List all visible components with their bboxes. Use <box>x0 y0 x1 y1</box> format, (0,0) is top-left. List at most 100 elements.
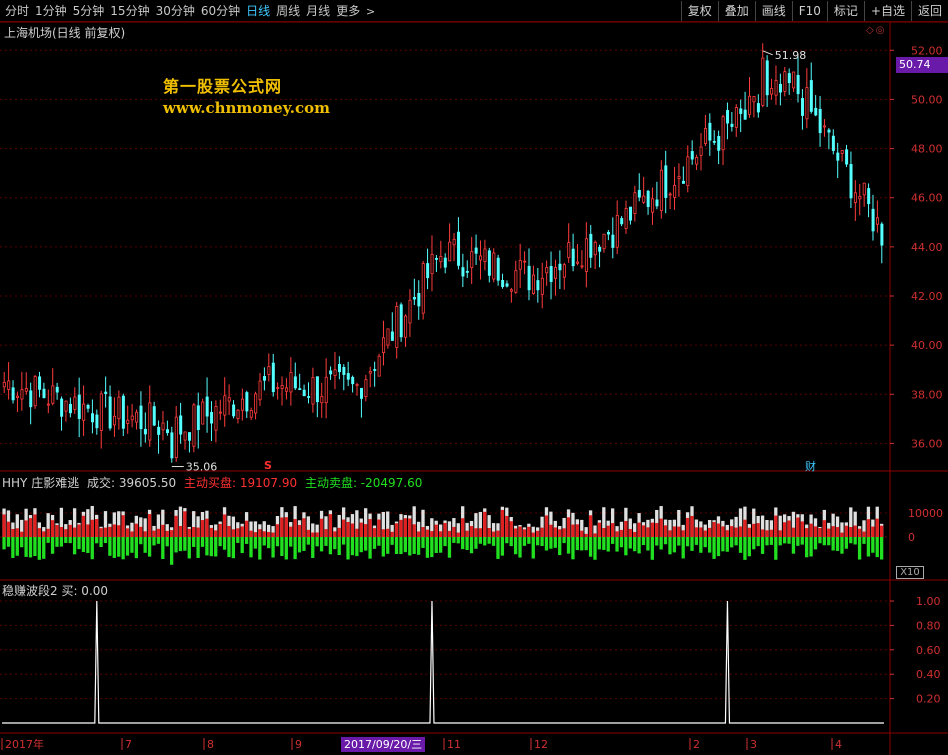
stock-chart-canvas[interactable]: 52.00 50.00 48.00 46.00 44.00 42.00 40.00 38.00… <box>0 0 948 755</box>
candle-body <box>188 432 192 441</box>
volume-bar-buy <box>452 526 456 537</box>
volume-bar-buy <box>461 518 465 537</box>
volume-bar-sell <box>491 537 496 546</box>
candle-body <box>624 208 628 229</box>
candle-body <box>364 379 368 397</box>
volume-bar-buy <box>222 514 227 537</box>
high-annotation-label: 51.98 <box>775 49 807 62</box>
volume-bar-buy <box>258 529 262 537</box>
volume-bar-sell <box>390 537 394 545</box>
candle-body <box>240 398 244 411</box>
candle-body <box>452 238 456 246</box>
volume-bar-sell <box>844 537 849 549</box>
volume-bar-buy <box>879 525 884 537</box>
volume-bar-buy <box>174 515 178 537</box>
volume-bar-sell <box>306 537 310 545</box>
volume-bar-sell <box>240 537 244 554</box>
volume-bar-sell <box>90 537 94 560</box>
volume-bar-buy <box>214 530 218 537</box>
candle-body <box>302 389 306 397</box>
volume-bar-buy <box>840 532 844 537</box>
volume-bar-sell <box>165 537 169 547</box>
volume-bar-sell <box>835 537 840 551</box>
volume-bar-buy <box>712 521 716 537</box>
volume-bar-buy <box>90 519 94 537</box>
candle-body <box>659 169 663 211</box>
volume-bar-buy <box>650 522 654 537</box>
volume-bar-sell <box>743 537 747 560</box>
volume-bar-sell <box>15 537 19 556</box>
candle-body <box>792 71 796 89</box>
volume-bar-sell <box>399 537 403 555</box>
volume-bar-buy <box>655 522 659 537</box>
volume-bar-sell <box>862 537 866 544</box>
volume-bar-sell <box>606 537 610 552</box>
candle-body <box>333 369 337 376</box>
volume-bar-sell <box>315 537 319 547</box>
volume-bar-buy <box>721 526 725 537</box>
candle-body <box>867 188 871 205</box>
volume-bar-buy <box>341 519 346 537</box>
price-axis-label: 42.00 <box>911 290 943 303</box>
volume-bar-buy <box>593 533 597 537</box>
volume-bar-sell <box>134 537 139 559</box>
candle-body <box>307 396 311 398</box>
volume-bar-buy <box>553 527 557 537</box>
time-axis-label: 7 <box>125 738 132 751</box>
volume-bar-sell <box>350 537 355 556</box>
volume-bar-buy <box>103 527 108 537</box>
candle-body <box>858 195 862 200</box>
candle-body <box>664 165 668 198</box>
volume-bar-buy <box>319 518 324 537</box>
volume-bar-sell <box>218 537 222 547</box>
volume-bar-sell <box>258 537 262 560</box>
price-axis-label: 52.00 <box>911 44 943 57</box>
candle-body <box>258 380 262 401</box>
s-event-marker[interactable]: S <box>264 459 272 472</box>
candle-body <box>606 231 610 235</box>
candle-body <box>143 428 147 435</box>
volume-bar-buy <box>187 528 191 537</box>
candle-body <box>673 184 677 198</box>
volume-bar-sell <box>562 537 566 544</box>
volume-bar-sell <box>222 537 227 550</box>
candle-body <box>417 292 421 307</box>
volume-bar-sell <box>831 537 835 551</box>
volume-bar-buy <box>725 530 729 537</box>
volume-bar-buy <box>496 530 500 537</box>
volume-bar-sell <box>624 537 628 556</box>
volume-bar-sell <box>81 537 86 553</box>
volume-bar-buy <box>377 519 381 537</box>
volume-bar-sell <box>805 537 809 558</box>
volume-bar-sell <box>152 537 156 546</box>
candle-body <box>509 289 513 292</box>
volume-bar-buy <box>637 522 641 537</box>
volume-bar-buy <box>6 521 11 537</box>
volume-bar-buy <box>443 522 447 537</box>
volume-bar-sell <box>377 537 381 546</box>
volume-bar-buy <box>615 531 619 537</box>
volume-bar-sell <box>403 537 408 553</box>
volume-bar-sell <box>205 537 209 556</box>
volume-bar-buy <box>619 529 624 537</box>
volume-value: 成交: 39605.50 <box>87 476 177 490</box>
volume-bar-sell <box>11 537 15 558</box>
candle-body <box>24 388 28 392</box>
candle-body <box>289 372 293 393</box>
volume-bar-buy <box>117 525 121 537</box>
candle-body <box>730 123 734 127</box>
volume-bar-sell <box>196 537 200 558</box>
finance-event-marker[interactable]: 财 <box>805 458 816 474</box>
time-axis-label: 2017年 <box>5 737 44 751</box>
candle-body <box>232 404 236 417</box>
volume-bar-sell <box>249 537 253 558</box>
candle-body <box>708 122 712 141</box>
volume-bar-buy <box>165 530 169 537</box>
candle-body <box>20 389 24 400</box>
volume-bar-buy <box>209 527 213 537</box>
candle-body <box>192 404 196 447</box>
volume-bar-buy <box>540 527 544 537</box>
candle-body <box>479 255 483 261</box>
oscillator-axis-label: 0.80 <box>916 619 941 632</box>
candle-body <box>135 411 139 423</box>
